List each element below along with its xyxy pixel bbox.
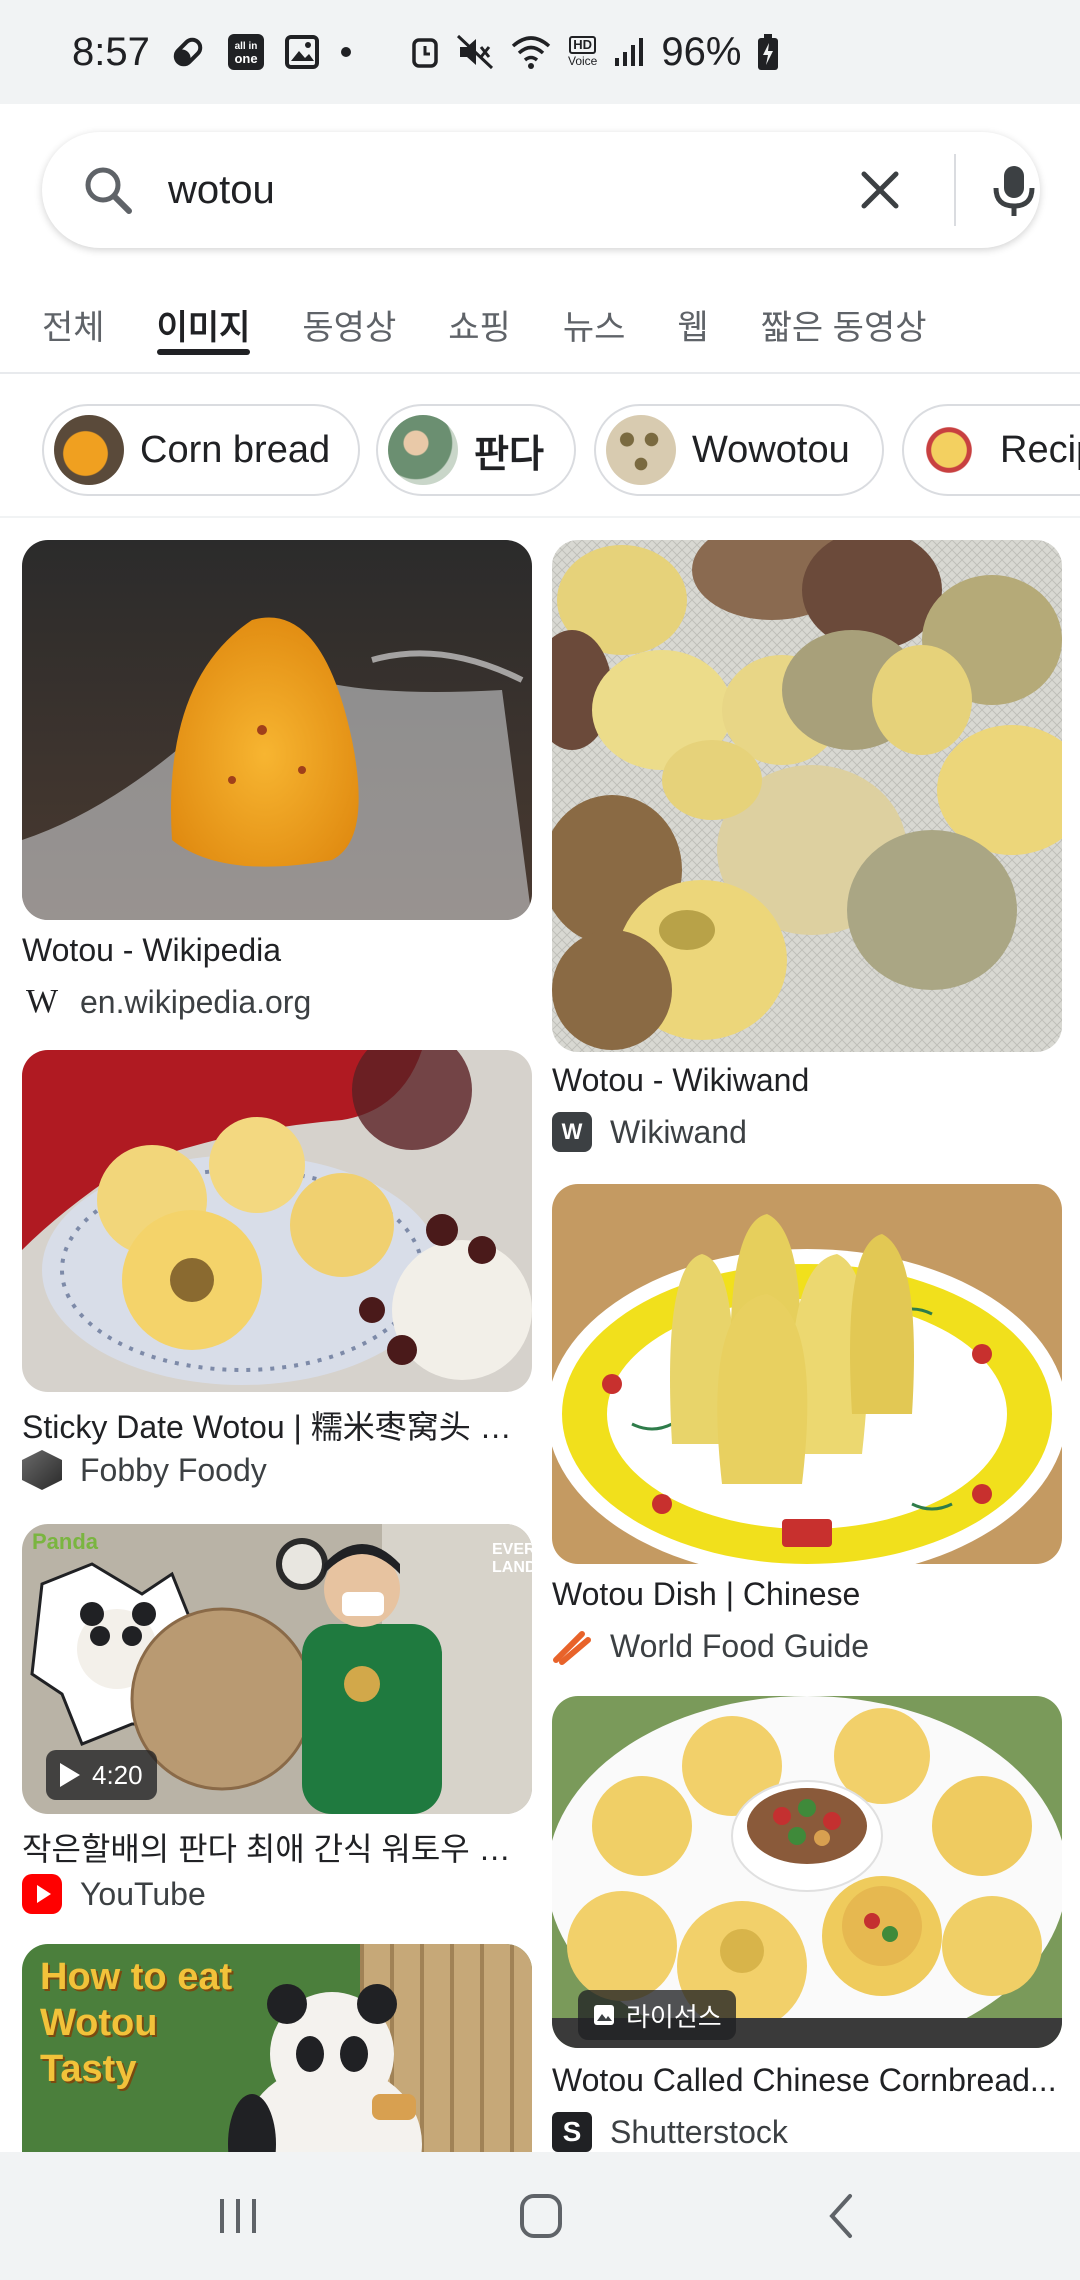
recent-apps-icon[interactable] bbox=[198, 2180, 278, 2252]
result-image[interactable]: How to eat Wotou Tasty bbox=[22, 1944, 532, 2152]
tab-videos[interactable]: 동영상 bbox=[302, 275, 396, 373]
tab-short-videos[interactable]: 짧은 동영상 bbox=[761, 275, 927, 373]
result-title[interactable]: Wotou - Wikipedia bbox=[22, 932, 532, 969]
shutterstock-icon: S bbox=[552, 2112, 592, 2152]
chip-thumbnail bbox=[54, 415, 124, 485]
wifi-icon bbox=[510, 34, 552, 70]
hd-voice-icon: HD Voice bbox=[568, 36, 598, 68]
video-duration-badge: 4:20 bbox=[46, 1750, 157, 1800]
status-right: HD Voice 96% bbox=[410, 30, 779, 75]
result-card[interactable]: Wotou Dish | Chinese World Food Guide bbox=[552, 1184, 1062, 1678]
search-box[interactable] bbox=[42, 132, 1040, 248]
tab-all[interactable]: 전체 bbox=[42, 275, 105, 373]
result-card[interactable]: Panda EVER LAND 4:20 작은할배의 판다 최애 간식 워토우 황.… bbox=[22, 1524, 532, 1924]
result-card[interactable]: 라이선스 Wotou Called Chinese Cornbread... S… bbox=[552, 1696, 1062, 2152]
search-input[interactable] bbox=[168, 162, 828, 218]
signal-icon bbox=[613, 36, 645, 68]
search-divider bbox=[954, 154, 956, 226]
chip-label: 판다 bbox=[474, 433, 544, 476]
result-card[interactable]: Wotou - Wikipedia W en.wikipedia.org bbox=[22, 540, 532, 1030]
image-icon bbox=[592, 2003, 616, 2027]
result-title[interactable]: Wotou Dish | Chinese bbox=[552, 1576, 1062, 1613]
battery-charging-icon bbox=[757, 33, 779, 71]
thumbnail-overlay-text: How to eat Wotou Tasty bbox=[40, 1956, 233, 2090]
back-icon[interactable] bbox=[802, 2180, 882, 2252]
status-bar: 8:57 all in one HD Voice 96% bbox=[0, 0, 1080, 104]
result-source[interactable]: S Shutterstock bbox=[552, 2112, 788, 2152]
status-left: 8:57 all in one bbox=[72, 30, 354, 75]
wikipedia-icon: W bbox=[25, 983, 59, 1020]
result-source-label: YouTube bbox=[80, 1875, 206, 1912]
home-icon[interactable] bbox=[500, 2180, 580, 2252]
status-time: 8:57 bbox=[72, 29, 150, 74]
result-source-label: en.wikipedia.org bbox=[80, 983, 312, 1020]
result-title[interactable]: Wotou Called Chinese Cornbread... bbox=[552, 2062, 1062, 2099]
svg-text:one: one bbox=[234, 51, 257, 66]
navigation-bar bbox=[0, 2152, 1080, 2280]
search-icon[interactable] bbox=[78, 160, 138, 220]
result-image[interactable] bbox=[22, 1050, 532, 1392]
result-source[interactable]: World Food Guide bbox=[552, 1626, 869, 1666]
wikiwand-icon: W bbox=[552, 1112, 592, 1152]
tab-news[interactable]: 뉴스 bbox=[563, 275, 626, 373]
result-image[interactable] bbox=[552, 1184, 1062, 1564]
result-title[interactable]: 작은할배의 판다 최애 간식 워토우 황... bbox=[22, 1824, 532, 1870]
result-image[interactable]: 라이선스 bbox=[552, 1696, 1062, 2048]
tab-images[interactable]: 이미지 bbox=[156, 275, 250, 373]
mic-icon[interactable] bbox=[982, 158, 1046, 222]
gallery-icon bbox=[284, 34, 320, 70]
svg-text:LAND: LAND bbox=[492, 1559, 532, 1576]
result-source-label: Shutterstock bbox=[610, 2113, 788, 2150]
chip-wowotou[interactable]: Wowotou bbox=[594, 404, 884, 496]
result-image[interactable] bbox=[552, 540, 1062, 1052]
video-duration: 4:20 bbox=[92, 1759, 143, 1790]
tab-shopping[interactable]: 쇼핑 bbox=[448, 275, 511, 373]
alarm-icon bbox=[410, 34, 440, 70]
battery-percent: 96% bbox=[661, 29, 742, 74]
chip-label: Recipe bbox=[1000, 428, 1080, 471]
chip-recipe[interactable]: Recipe bbox=[902, 404, 1080, 496]
result-source-label: Wikiwand bbox=[610, 1113, 747, 1150]
result-card[interactable]: Wotou - Wikiwand W Wikiwand bbox=[552, 540, 1062, 1160]
play-icon bbox=[60, 1763, 80, 1787]
chip-thumbnail bbox=[914, 415, 984, 485]
chip-label: Corn bread bbox=[140, 428, 331, 471]
youtube-icon bbox=[22, 1874, 62, 1914]
svg-text:EVER: EVER bbox=[492, 1541, 532, 1558]
result-image[interactable] bbox=[22, 540, 532, 920]
pill-icon bbox=[168, 32, 208, 72]
svg-text:Panda: Panda bbox=[32, 1529, 99, 1554]
result-image[interactable]: Panda EVER LAND 4:20 bbox=[22, 1524, 532, 1814]
result-source-label: Fobby Foody bbox=[80, 1451, 267, 1488]
tab-web[interactable]: 웹 bbox=[677, 275, 708, 373]
chip-panda[interactable]: 판다 bbox=[376, 404, 576, 496]
license-badge[interactable]: 라이선스 bbox=[578, 1990, 736, 2040]
license-label: 라이선스 bbox=[626, 2001, 722, 2032]
result-card[interactable]: Sticky Date Wotou | 糯米枣窝头 —... Fobby Foo… bbox=[22, 1050, 532, 1490]
world-food-guide-icon bbox=[552, 1626, 592, 1666]
search-header: 전체 이미지 동영상 쇼핑 뉴스 웹 짧은 동영상 bbox=[0, 104, 1080, 374]
all-in-one-icon: all in one bbox=[226, 32, 266, 72]
search-tabs: 전체 이미지 동영상 쇼핑 뉴스 웹 짧은 동영상 bbox=[0, 276, 1080, 374]
fobby-foody-icon bbox=[22, 1450, 62, 1490]
result-title[interactable]: Wotou - Wikiwand bbox=[552, 1062, 1062, 1099]
notification-dot-icon bbox=[338, 44, 354, 60]
chip-thumbnail bbox=[388, 415, 458, 485]
related-chips: Corn bread 판다 Wowotou Recipe bbox=[0, 378, 1080, 518]
result-source[interactable]: W en.wikipedia.org bbox=[22, 982, 311, 1022]
chip-thumbnail bbox=[606, 415, 676, 485]
clear-icon[interactable] bbox=[850, 160, 910, 220]
result-title[interactable]: Sticky Date Wotou | 糯米枣窝头 —... bbox=[22, 1402, 532, 1448]
mute-icon bbox=[456, 34, 494, 70]
chip-label: Wowotou bbox=[692, 428, 850, 471]
result-source[interactable]: W Wikiwand bbox=[552, 1112, 747, 1152]
result-source[interactable]: YouTube bbox=[22, 1874, 206, 1914]
result-source[interactable]: Fobby Foody bbox=[22, 1450, 267, 1490]
result-source-label: World Food Guide bbox=[610, 1627, 870, 1664]
image-results: Wotou - Wikipedia W en.wikipedia.org Sti… bbox=[0, 530, 1080, 2152]
result-card[interactable]: How to eat Wotou Tasty bbox=[22, 1944, 532, 2152]
chip-corn-bread[interactable]: Corn bread bbox=[42, 404, 360, 496]
